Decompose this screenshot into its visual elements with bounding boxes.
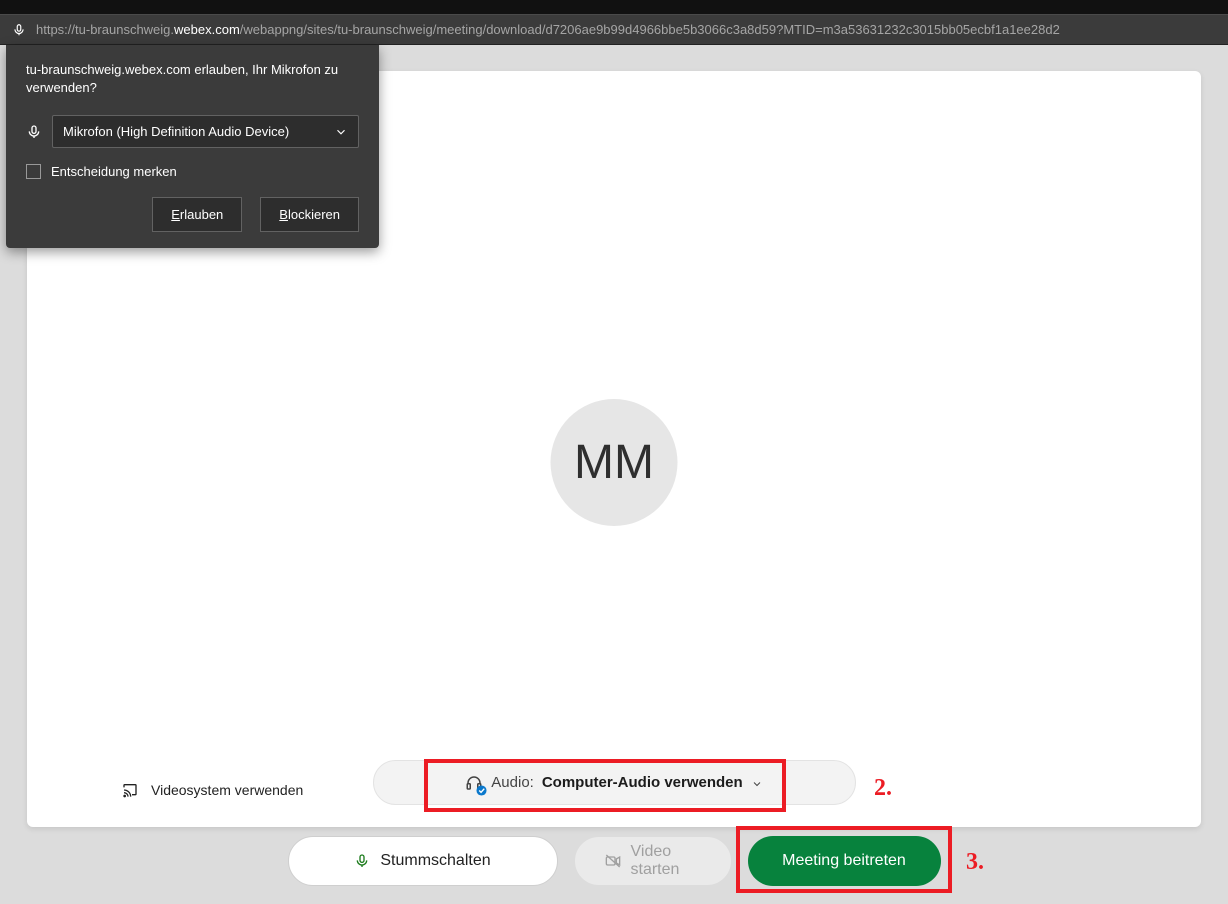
url-text: https://tu-braunschweig.webex.com/webapp… <box>36 22 1060 37</box>
address-bar[interactable]: https://tu-braunschweig.webex.com/webapp… <box>0 14 1228 45</box>
device-selected-label: Mikrofon (High Definition Audio Device) <box>63 124 289 139</box>
join-meeting-button[interactable]: Meeting beitreten <box>748 836 941 886</box>
permission-prompt: tu-braunschweig.webex.com erlauben, Ihr … <box>6 45 379 248</box>
start-video-button: Video starten <box>574 836 732 886</box>
microphone-device-select[interactable]: Mikrofon (High Definition Audio Device) <box>52 115 359 148</box>
chevron-down-icon <box>751 777 763 789</box>
annotation-label-2: 2. <box>874 775 892 802</box>
block-button[interactable]: Blockieren <box>260 197 359 232</box>
audio-options-button[interactable]: Audio: Computer-Audio verwenden <box>373 760 856 805</box>
allow-button[interactable]: Erlauben <box>152 197 242 232</box>
headset-icon <box>465 774 483 792</box>
microphone-icon <box>12 23 26 37</box>
remember-decision-checkbox[interactable]: Entscheidung merken <box>26 164 359 179</box>
permission-message: tu-braunschweig.webex.com erlauben, Ihr … <box>26 61 359 97</box>
annotation-label-3: 3. <box>966 849 984 876</box>
avatar-initials: MM <box>574 435 654 490</box>
browser-tabs-bar <box>0 0 1228 14</box>
chevron-down-icon <box>334 125 348 139</box>
microphone-icon <box>26 124 42 140</box>
avatar: MM <box>551 399 678 526</box>
mute-label: Stummschalten <box>380 852 490 870</box>
audio-value-label: Computer-Audio verwenden <box>542 774 743 791</box>
audio-prefix-label: Audio: <box>491 774 534 791</box>
microphone-icon <box>354 853 370 869</box>
video-off-icon <box>605 853 621 869</box>
checkbox-icon <box>26 164 41 179</box>
join-label: Meeting beitreten <box>782 852 906 870</box>
mute-button[interactable]: Stummschalten <box>288 836 558 886</box>
remember-label: Entscheidung merken <box>51 164 177 179</box>
video-label: Video starten <box>631 843 701 879</box>
controls-row: Stummschalten Video starten Meeting beit… <box>0 836 1228 886</box>
